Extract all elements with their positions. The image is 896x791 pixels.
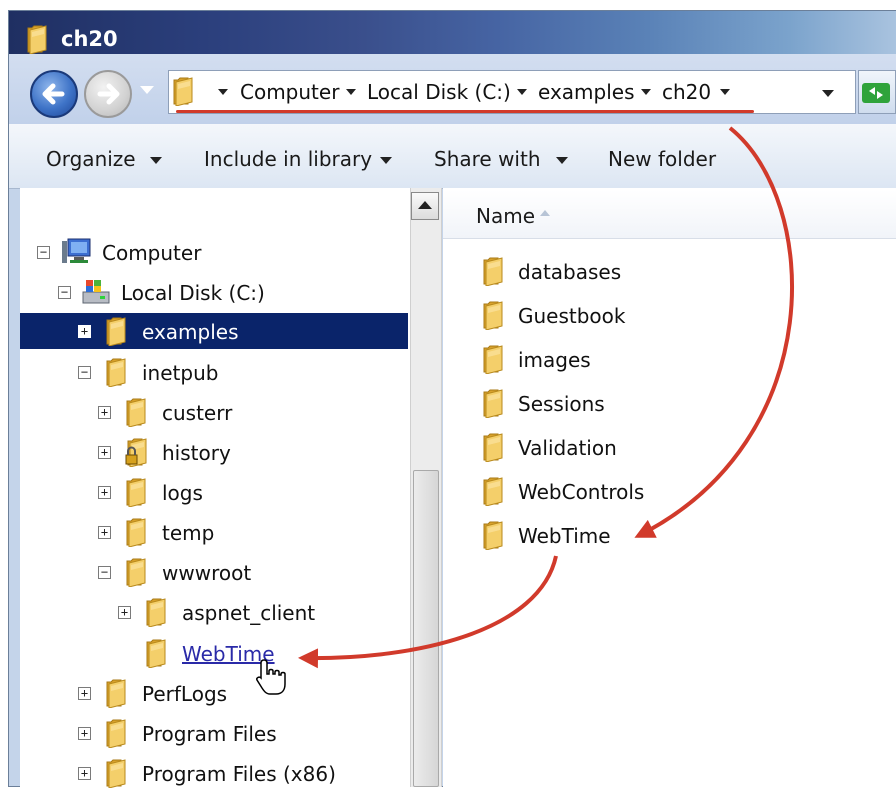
annotation-overlay bbox=[256, 126, 795, 695]
explorer-window: ch20 Computer Local Disk (C:) examples c… bbox=[0, 0, 896, 787]
annotation-arrow-address-to-webtime bbox=[634, 126, 795, 538]
annotation-arrow-webtime-to-tree bbox=[298, 555, 558, 669]
hand-cursor-icon bbox=[256, 659, 286, 695]
